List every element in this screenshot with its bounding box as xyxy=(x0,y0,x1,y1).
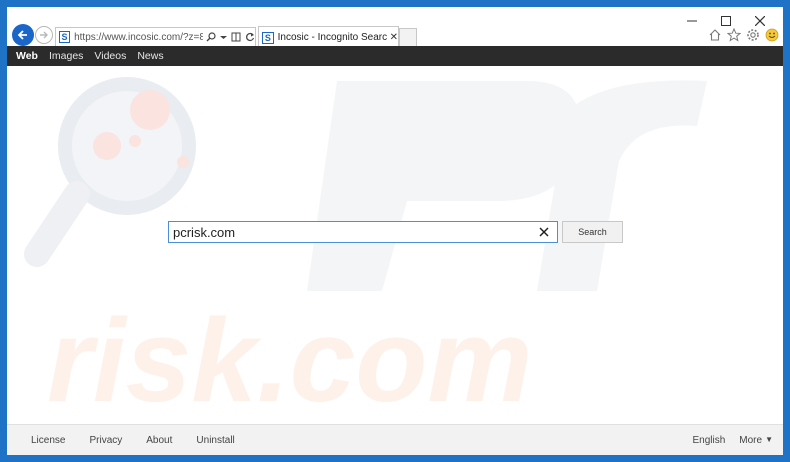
page-footer: License Privacy About Uninstall English … xyxy=(7,424,783,455)
chevron-down-icon: ▼ xyxy=(765,435,773,444)
settings-gear-icon[interactable] xyxy=(745,27,760,42)
search-button[interactable]: Search xyxy=(562,221,623,243)
footer-link-about[interactable]: About xyxy=(146,435,172,446)
refresh-icon[interactable] xyxy=(245,32,255,42)
footer-link-privacy[interactable]: Privacy xyxy=(89,435,122,446)
svg-text:risk.com: risk.com xyxy=(47,295,532,424)
tab-close-icon[interactable]: ✕ xyxy=(390,32,398,43)
tab-title: Incosic - Incognito Search Pa... xyxy=(277,32,387,43)
minimize-icon[interactable] xyxy=(675,12,709,30)
more-label: More xyxy=(739,435,763,446)
address-url[interactable]: https://www.incosic.com/?z=86bca8d5 xyxy=(74,32,203,43)
menu-item-news[interactable]: News xyxy=(137,50,163,62)
tab-favicon-icon: S xyxy=(262,31,274,44)
menu-item-videos[interactable]: Videos xyxy=(94,50,126,62)
new-tab-button[interactable] xyxy=(399,28,417,48)
toolbar-right-icons xyxy=(707,27,779,42)
site-favicon-icon: S xyxy=(59,31,71,43)
smiley-feedback-icon[interactable] xyxy=(764,27,779,42)
watermark-logo: risk.com xyxy=(24,77,707,424)
main-content: risk.com Search xyxy=(7,66,783,424)
browser-chrome: S https://www.incosic.com/?z=86bca8d5 S … xyxy=(7,7,783,48)
footer-link-license[interactable]: License xyxy=(31,435,65,446)
footer-right: English More ▼ xyxy=(692,425,773,455)
more-menu[interactable]: More ▼ xyxy=(739,435,773,446)
clear-search-icon[interactable] xyxy=(537,225,551,239)
home-icon[interactable] xyxy=(707,27,722,42)
back-arrow-icon xyxy=(17,30,27,40)
footer-link-uninstall[interactable]: Uninstall xyxy=(196,435,234,446)
favorites-star-icon[interactable] xyxy=(726,27,741,42)
search-box xyxy=(168,221,558,243)
address-bar[interactable]: S https://www.incosic.com/?z=86bca8d5 xyxy=(55,27,256,47)
language-link[interactable]: English xyxy=(692,435,725,446)
search-input[interactable] xyxy=(169,222,529,242)
menu-item-images[interactable]: Images xyxy=(49,50,83,62)
tab-incosic[interactable]: S Incosic - Incognito Search Pa... ✕ xyxy=(258,26,399,48)
browser-window: S https://www.incosic.com/?z=86bca8d5 S … xyxy=(7,7,783,455)
back-button[interactable] xyxy=(12,24,34,46)
dropdown-caret-icon[interactable] xyxy=(220,32,227,42)
forward-button[interactable] xyxy=(35,26,53,44)
forward-arrow-icon xyxy=(40,31,48,39)
compatibility-view-icon[interactable] xyxy=(231,32,241,42)
search-icon[interactable] xyxy=(206,32,216,42)
search-menubar: Web Images Videos News xyxy=(7,46,783,66)
address-tools xyxy=(206,32,255,42)
menu-item-web[interactable]: Web xyxy=(16,50,38,62)
